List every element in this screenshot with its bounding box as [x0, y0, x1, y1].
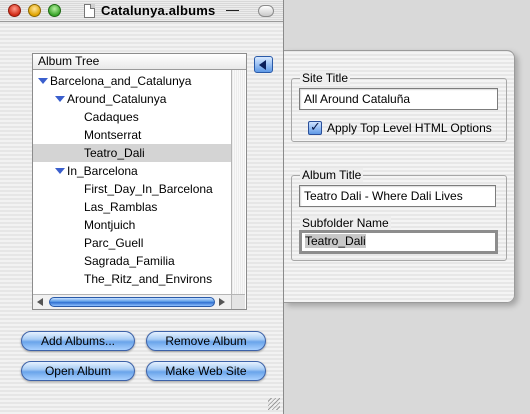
tree-row-around-catalunya[interactable]: Around_Catalunya — [33, 90, 231, 108]
tree-row-label: Around_Catalunya — [67, 92, 167, 106]
subfolder-name-label: Subfolder Name — [300, 216, 391, 230]
tree-row-label: Las_Ramblas — [84, 200, 158, 214]
apply-top-level-label[interactable]: Apply Top Level HTML Options — [327, 121, 492, 135]
subfolder-name-value: Teatro_Dali — [305, 234, 366, 248]
document-icon — [84, 4, 95, 18]
resize-grip-icon[interactable] — [268, 398, 280, 410]
tree-row-label: First_Day_In_Barcelona — [84, 182, 213, 196]
disclosure-triangle-icon[interactable] — [38, 78, 48, 84]
tree-row-barcelona-and-catalunya[interactable]: Barcelona_and_Catalunya — [33, 72, 231, 90]
apply-top-level-checkbox[interactable] — [308, 119, 322, 135]
disclosure-triangle-icon[interactable] — [55, 96, 65, 102]
title-bar[interactable]: Catalunya.albums — — [0, 0, 283, 22]
tree-row-montjuich[interactable]: Montjuich — [33, 216, 231, 234]
album-tree[interactable]: Album Tree Barcelona_and_Catalunya Aroun… — [32, 53, 247, 310]
site-title-group: Site Title All Around Cataluña Apply Top… — [291, 71, 507, 142]
tree-row-parc-guell[interactable]: Parc_Guell — [33, 234, 231, 252]
horizontal-scrollbar[interactable] — [33, 294, 231, 309]
edited-dash: — — [226, 2, 239, 17]
tree-row-label: In_Barcelona — [67, 164, 138, 178]
tree-row-label: Cadaques — [84, 110, 139, 124]
album-title-field[interactable]: Teatro Dali - Where Dali Lives — [299, 185, 496, 207]
tree-row-montserrat[interactable]: Montserrat — [33, 126, 231, 144]
add-albums-button[interactable]: Add Albums... — [21, 331, 135, 351]
minimize-button[interactable] — [28, 4, 41, 17]
tree-row-cadaques[interactable]: Cadaques — [33, 108, 231, 126]
tree-row-label: Barcelona_and_Catalunya — [50, 74, 192, 88]
subfolder-name-field[interactable]: Teatro_Dali — [299, 230, 498, 254]
window-title: Catalunya.albums — [101, 3, 216, 18]
scroll-corner — [231, 294, 245, 309]
album-title-label: Album Title — [300, 168, 364, 182]
tree-row-label: Sagrada_Familia — [84, 254, 175, 268]
drawer-toggle-button[interactable] — [254, 56, 273, 73]
close-button[interactable] — [8, 4, 21, 17]
album-tree-header[interactable]: Album Tree — [33, 54, 246, 70]
tree-row-las-ramblas[interactable]: Las_Ramblas — [33, 198, 231, 216]
options-drawer: Site Title All Around Cataluña Apply Top… — [284, 50, 515, 303]
albums-window: Catalunya.albums — Album Tree Barcelona_… — [0, 0, 284, 414]
toolbar-toggle-button[interactable] — [258, 5, 274, 17]
album-group: Album Title Teatro Dali - Where Dali Liv… — [291, 168, 507, 261]
open-album-button[interactable]: Open Album — [21, 361, 135, 381]
site-title-field[interactable]: All Around Cataluña — [299, 88, 498, 110]
disclosure-triangle-icon[interactable] — [55, 168, 65, 174]
scroll-right-arrow-icon[interactable] — [219, 298, 225, 306]
tree-row-label: Montjuich — [84, 218, 136, 232]
horizontal-scroll-thumb[interactable] — [49, 297, 215, 307]
make-web-site-button[interactable]: Make Web Site — [146, 361, 266, 381]
tree-row-teatro-dali[interactable]: Teatro_Dali — [33, 144, 231, 162]
tree-row-in-barcelona[interactable]: In_Barcelona — [33, 162, 231, 180]
tree-row-sagrada-familia[interactable]: Sagrada_Familia — [33, 252, 231, 270]
tree-row-label: Montserrat — [84, 128, 142, 142]
tree-row-label: The_Ritz_and_Environs — [84, 272, 213, 286]
tree-row-first-day[interactable]: First_Day_In_Barcelona — [33, 180, 231, 198]
remove-album-button[interactable]: Remove Album — [146, 331, 266, 351]
left-arrow-icon — [259, 60, 266, 70]
scroll-left-arrow-icon[interactable] — [37, 298, 43, 306]
tree-row-ritz[interactable]: The_Ritz_and_Environs — [33, 270, 231, 288]
vertical-scrollbar[interactable] — [231, 70, 245, 294]
tree-row-label: Teatro_Dali — [84, 146, 145, 160]
site-title-label: Site Title — [300, 71, 351, 85]
tree-row-label: Parc_Guell — [84, 236, 144, 250]
album-tree-list: Barcelona_and_Catalunya Around_Catalunya… — [33, 72, 231, 288]
zoom-button[interactable] — [48, 4, 61, 17]
